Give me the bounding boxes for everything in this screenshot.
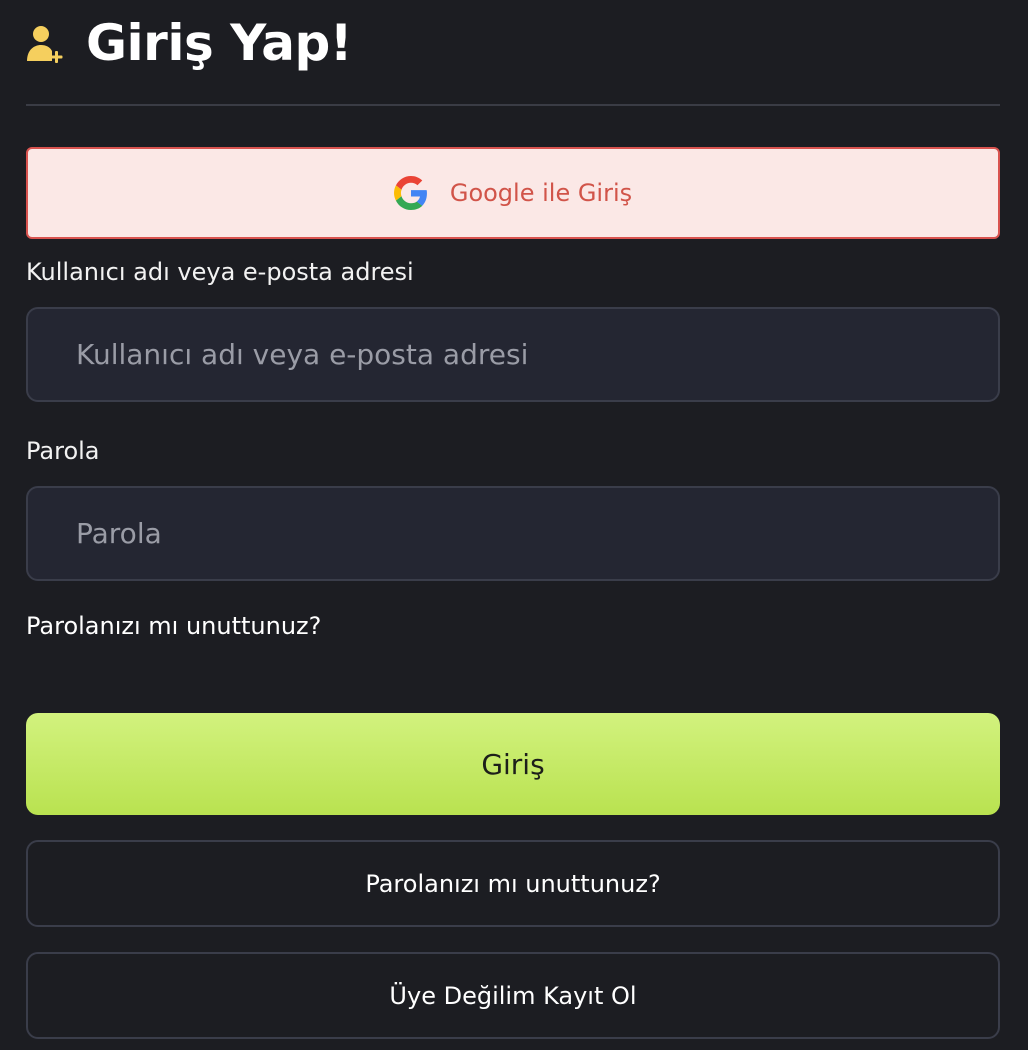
page-title: Giriş Yap!	[86, 14, 353, 72]
login-button[interactable]: Giriş	[26, 713, 1000, 815]
password-input[interactable]	[26, 486, 1000, 581]
login-page: Giriş Yap! Google ile Giriş Kullanıcı ad…	[0, 0, 1028, 1050]
header-divider	[26, 104, 1000, 106]
password-label: Parola	[26, 437, 100, 465]
forgot-password-button[interactable]: Parolanızı mı unuttunuz?	[26, 840, 1000, 927]
google-login-button[interactable]: Google ile Giriş	[26, 147, 1000, 239]
username-input[interactable]	[26, 307, 1000, 402]
username-label: Kullanıcı adı veya e-posta adresi	[26, 258, 414, 286]
user-plus-icon	[26, 24, 66, 66]
google-icon	[393, 176, 428, 210]
register-button[interactable]: Üye Değilim Kayıt Ol	[26, 952, 1000, 1039]
page-header: Giriş Yap!	[26, 0, 1002, 90]
forgot-password-link[interactable]: Parolanızı mı unuttunuz?	[26, 612, 321, 640]
google-login-label: Google ile Giriş	[449, 179, 633, 207]
